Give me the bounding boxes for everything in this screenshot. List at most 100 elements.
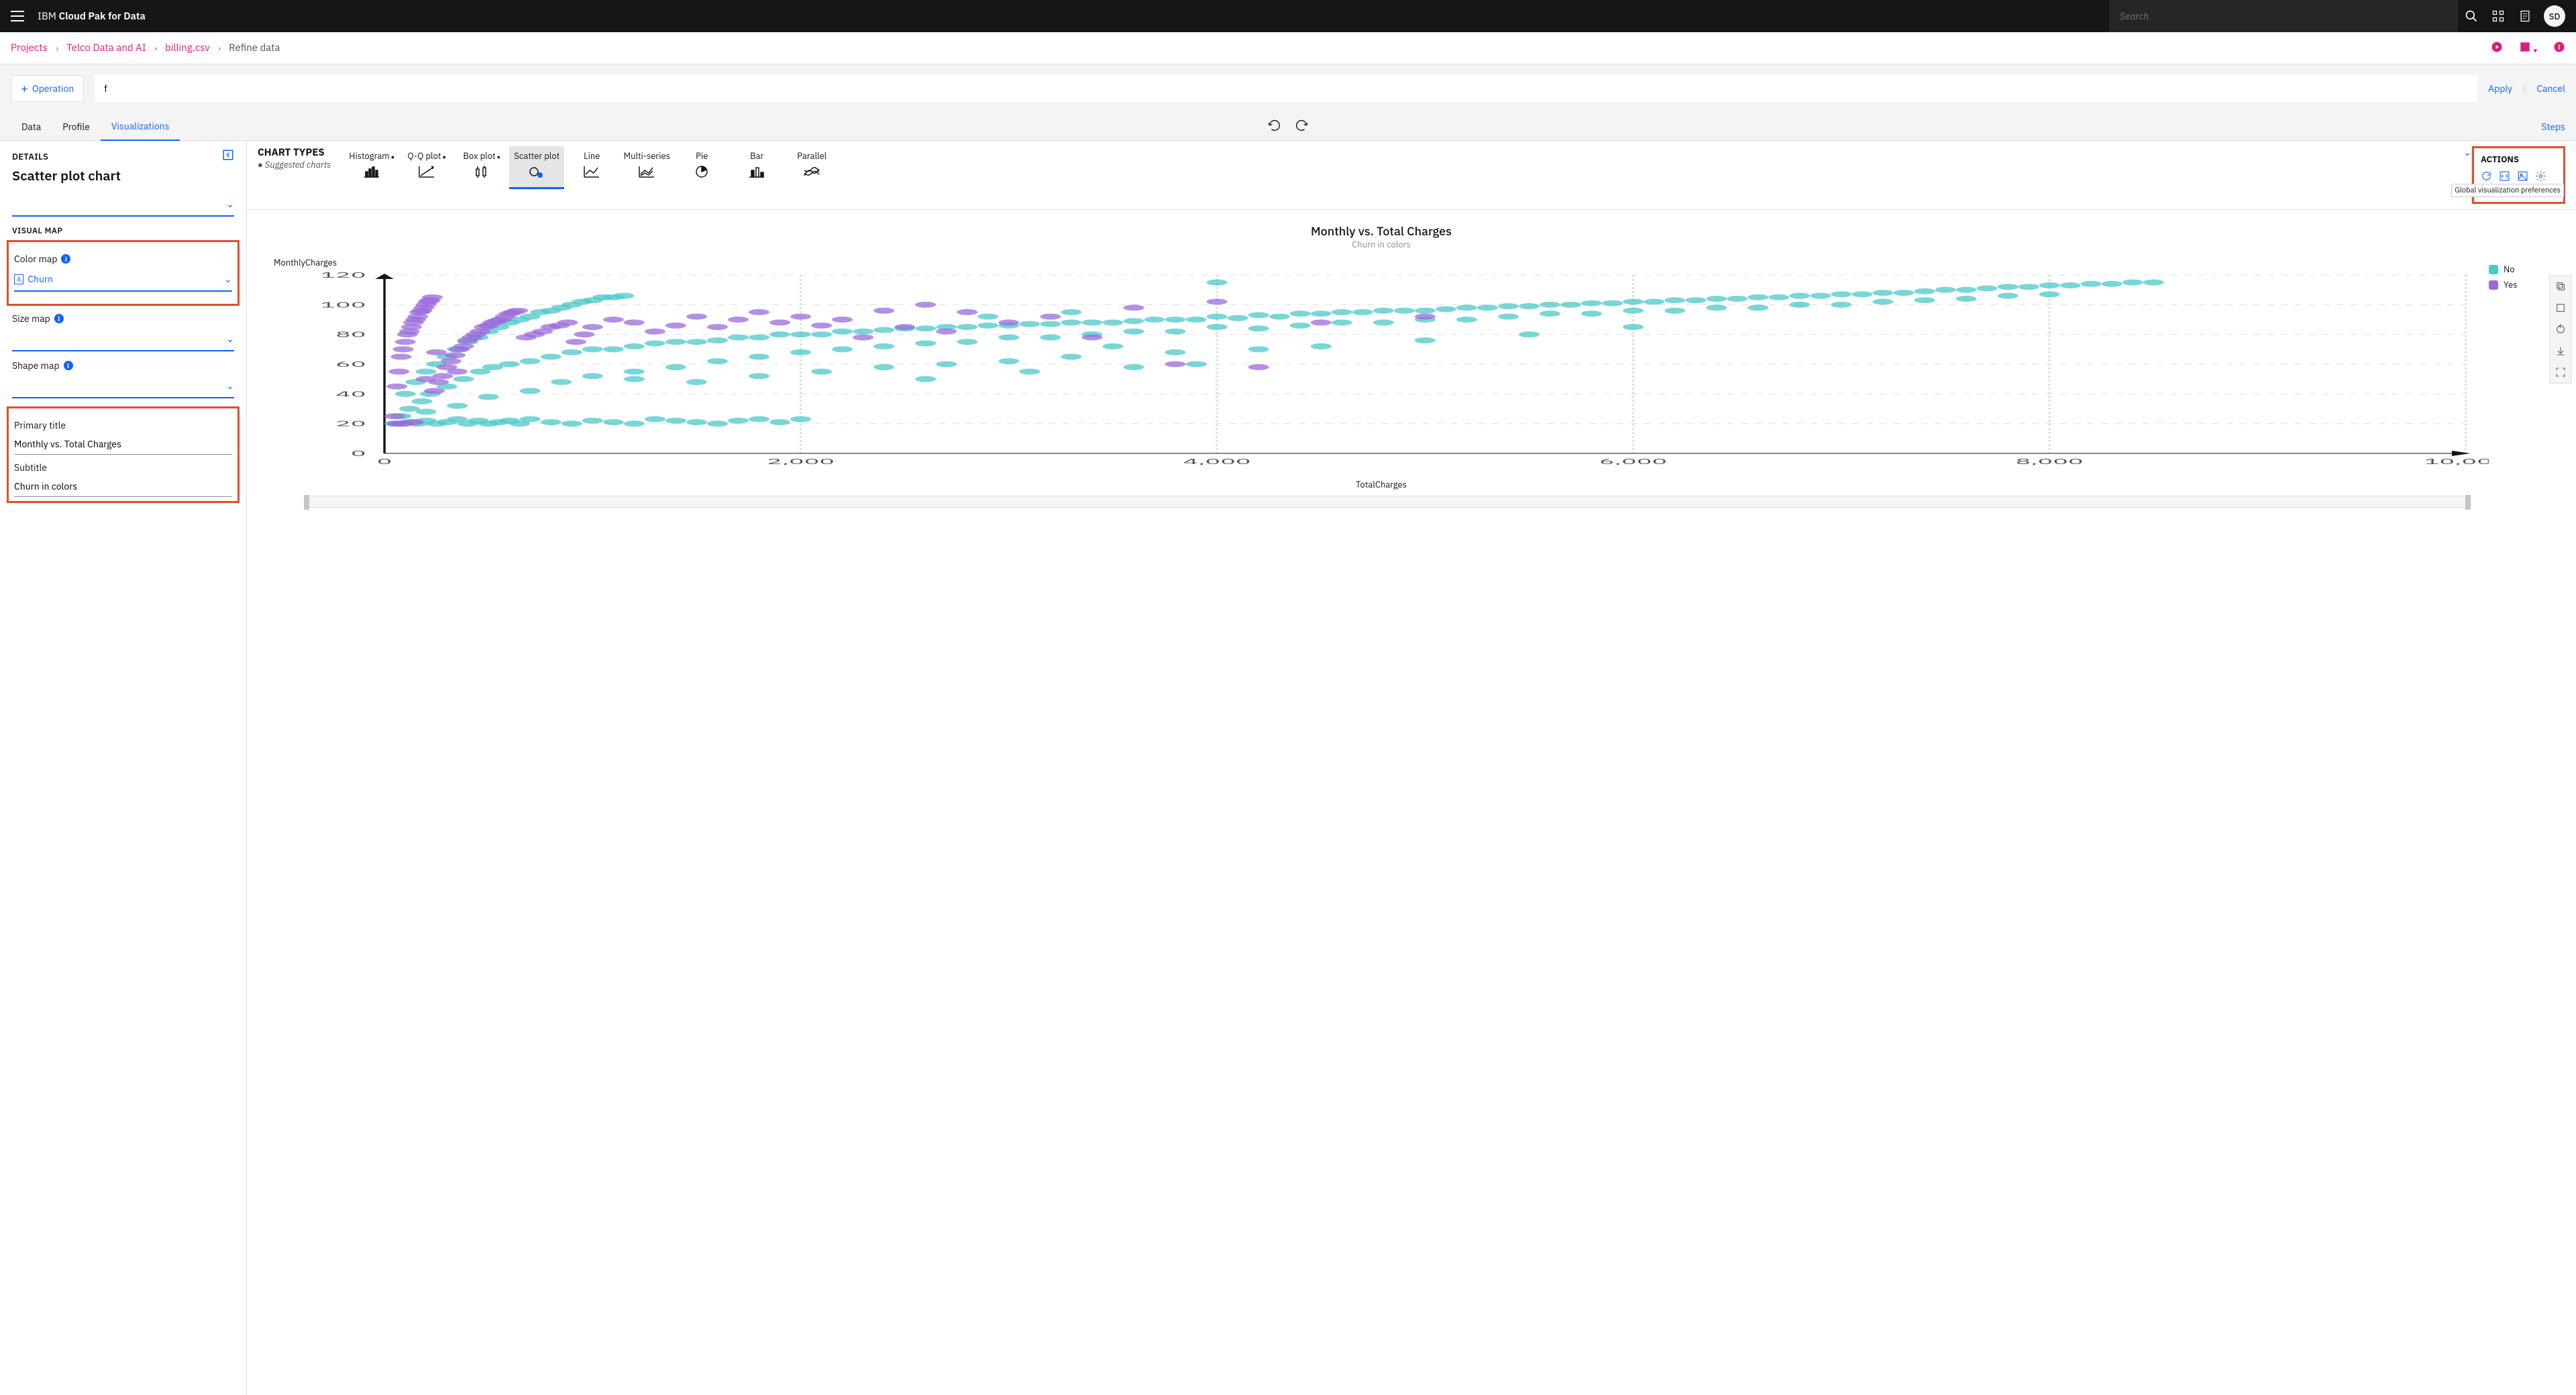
- primary-title-label: Primary title: [14, 419, 232, 431]
- chart-type-title: Scatter plot chart: [12, 166, 234, 184]
- cancel-button[interactable]: Cancel: [2536, 82, 2565, 95]
- color-map-highlight: Color mapi AChurn ⌄: [7, 240, 239, 306]
- steps-link[interactable]: Steps: [2541, 121, 2565, 133]
- chart-type-line[interactable]: Line: [564, 146, 619, 189]
- operation-bar: +Operation Apply | Cancel: [0, 64, 2576, 113]
- avatar[interactable]: SD: [2544, 5, 2565, 27]
- apps-icon[interactable]: [2485, 0, 2512, 32]
- document-icon[interactable]: [2512, 0, 2538, 32]
- brand: IBM Cloud Pak for Data: [38, 10, 146, 23]
- svg-text:80: 80: [335, 329, 366, 339]
- brand-name: Cloud Pak for Data: [59, 10, 146, 23]
- refresh-icon[interactable]: [2481, 170, 2492, 184]
- export-icon[interactable]: ▾: [2519, 41, 2537, 56]
- svg-text:0: 0: [351, 449, 366, 459]
- info-icon[interactable]: i: [54, 314, 64, 323]
- operation-input[interactable]: [95, 75, 2477, 102]
- details-sidebar: DETAILS Scatter plot chart ⌄ VISUAL MAP …: [0, 141, 247, 1395]
- size-map-label: Size mapi: [12, 313, 234, 325]
- svg-text:60: 60: [335, 359, 366, 370]
- titles-highlight: Primary title Subtitle: [7, 406, 239, 503]
- add-operation-button[interactable]: +Operation: [11, 75, 84, 102]
- svg-text:4,000: 4,000: [1183, 457, 1251, 467]
- color-map-dropdown[interactable]: AChurn ⌄: [14, 268, 232, 292]
- svg-text:120: 120: [320, 271, 366, 280]
- subtitle-label: Subtitle: [14, 461, 232, 473]
- legend: No Yes: [2489, 264, 2549, 1382]
- search-area[interactable]: [2109, 0, 2458, 32]
- details-first-dropdown[interactable]: ⌄: [12, 192, 234, 217]
- brand-prefix: IBM: [38, 10, 59, 23]
- svg-text:8,000: 8,000: [2016, 457, 2084, 467]
- info-icon[interactable]: i: [61, 254, 70, 264]
- tool-download-icon[interactable]: [2550, 340, 2571, 361]
- breadcrumb-project-name[interactable]: Telco Data and AI: [66, 42, 146, 54]
- svg-text:6,000: 6,000: [1599, 457, 1667, 467]
- y-axis-label: MonthlyCharges: [274, 257, 2489, 268]
- x-range-slider[interactable]: [306, 496, 2469, 508]
- collapse-sidebar-icon[interactable]: [222, 149, 234, 164]
- top-header: IBM Cloud Pak for Data SD: [0, 0, 2576, 32]
- tab-visualizations[interactable]: Visualizations: [101, 113, 180, 141]
- chart-type-q-q-plot[interactable]: Q-Q plot: [399, 146, 454, 189]
- breadcrumb-current: Refine data: [229, 42, 280, 54]
- search-icon[interactable]: [2458, 0, 2485, 32]
- run-icon[interactable]: [2491, 41, 2503, 56]
- chart-types-expand-icon[interactable]: ⌄: [2463, 146, 2471, 158]
- chart-type-box-plot[interactable]: Box plot: [454, 146, 509, 189]
- tool-select-icon[interactable]: [2550, 297, 2571, 319]
- svg-text:20: 20: [335, 418, 366, 429]
- image-icon[interactable]: [2517, 170, 2528, 184]
- chart-types-title: CHART TYPES: [258, 146, 331, 159]
- svg-text:2,000: 2,000: [767, 457, 835, 467]
- chart-type-pie[interactable]: Pie: [674, 146, 729, 189]
- chart-type-parallel[interactable]: Parallel: [784, 146, 839, 189]
- svg-text:0: 0: [377, 457, 392, 467]
- shape-map-label: Shape mapi: [12, 359, 234, 372]
- redo-icon[interactable]: [1294, 118, 1309, 135]
- search-input[interactable]: [2120, 10, 2447, 22]
- chart-type-histogram[interactable]: Histogram: [344, 146, 399, 189]
- tab-data[interactable]: Data: [11, 113, 52, 141]
- breadcrumb-projects[interactable]: Projects: [11, 42, 48, 54]
- size-map-dropdown[interactable]: ⌄: [12, 327, 234, 351]
- tool-crop-icon[interactable]: [2550, 276, 2571, 297]
- undo-icon[interactable]: [1267, 118, 1282, 135]
- apply-button[interactable]: Apply: [2488, 82, 2512, 95]
- tab-profile[interactable]: Profile: [52, 113, 101, 141]
- chart-type-bar[interactable]: Bar: [729, 146, 784, 189]
- legend-item[interactable]: Yes: [2489, 279, 2549, 290]
- svg-text:10,000: 10,000: [2424, 457, 2489, 467]
- chart-tools: [2549, 275, 2572, 384]
- subtitle-input[interactable]: [14, 476, 232, 497]
- scatter-plot[interactable]: 0 20 40 60 80 100 120 0 2,000 4,000 6,000 8,000 10,0…: [274, 271, 2489, 472]
- actions-highlight: ACTIONS Global visualization preferences: [2472, 146, 2565, 204]
- legend-item[interactable]: No: [2489, 264, 2549, 275]
- breadcrumb-file[interactable]: billing.csv: [165, 42, 210, 54]
- menu-icon[interactable]: [11, 11, 24, 21]
- svg-text:i: i: [2558, 42, 2560, 51]
- x-axis-label: TotalCharges: [274, 479, 2489, 490]
- visual-map-header: VISUAL MAP: [12, 226, 234, 236]
- tab-bar: Data Profile Visualizations Steps: [0, 113, 2576, 141]
- svg-text:100: 100: [320, 300, 366, 310]
- shape-map-dropdown[interactable]: ⌄: [12, 374, 234, 398]
- tool-reset-icon[interactable]: [2550, 319, 2571, 340]
- details-label: DETAILS: [12, 151, 48, 162]
- chart-type-multi-series[interactable]: Multi-series: [619, 146, 674, 189]
- code-icon[interactable]: [2499, 170, 2510, 184]
- svg-text:40: 40: [335, 389, 366, 399]
- color-map-label: Color mapi: [14, 253, 232, 265]
- tool-fullscreen-icon[interactable]: [2550, 361, 2571, 383]
- info-icon[interactable]: i: [64, 361, 73, 370]
- gear-icon[interactable]: [2535, 170, 2546, 184]
- chart-panel: CHART TYPES Suggested charts HistogramQ-…: [247, 141, 2576, 1395]
- gear-tooltip: Global visualization preferences: [2451, 184, 2564, 197]
- actions-label: ACTIONS: [2481, 154, 2557, 165]
- info-icon[interactable]: i: [2553, 41, 2565, 56]
- chart-type-scatter-plot[interactable]: Scatter plot: [509, 146, 564, 189]
- chart-subtitle: Churn in colors: [274, 239, 2489, 250]
- chart-title: Monthly vs. Total Charges: [274, 223, 2489, 239]
- primary-title-input[interactable]: [14, 434, 232, 455]
- chart-types-subtitle: Suggested charts: [258, 159, 331, 170]
